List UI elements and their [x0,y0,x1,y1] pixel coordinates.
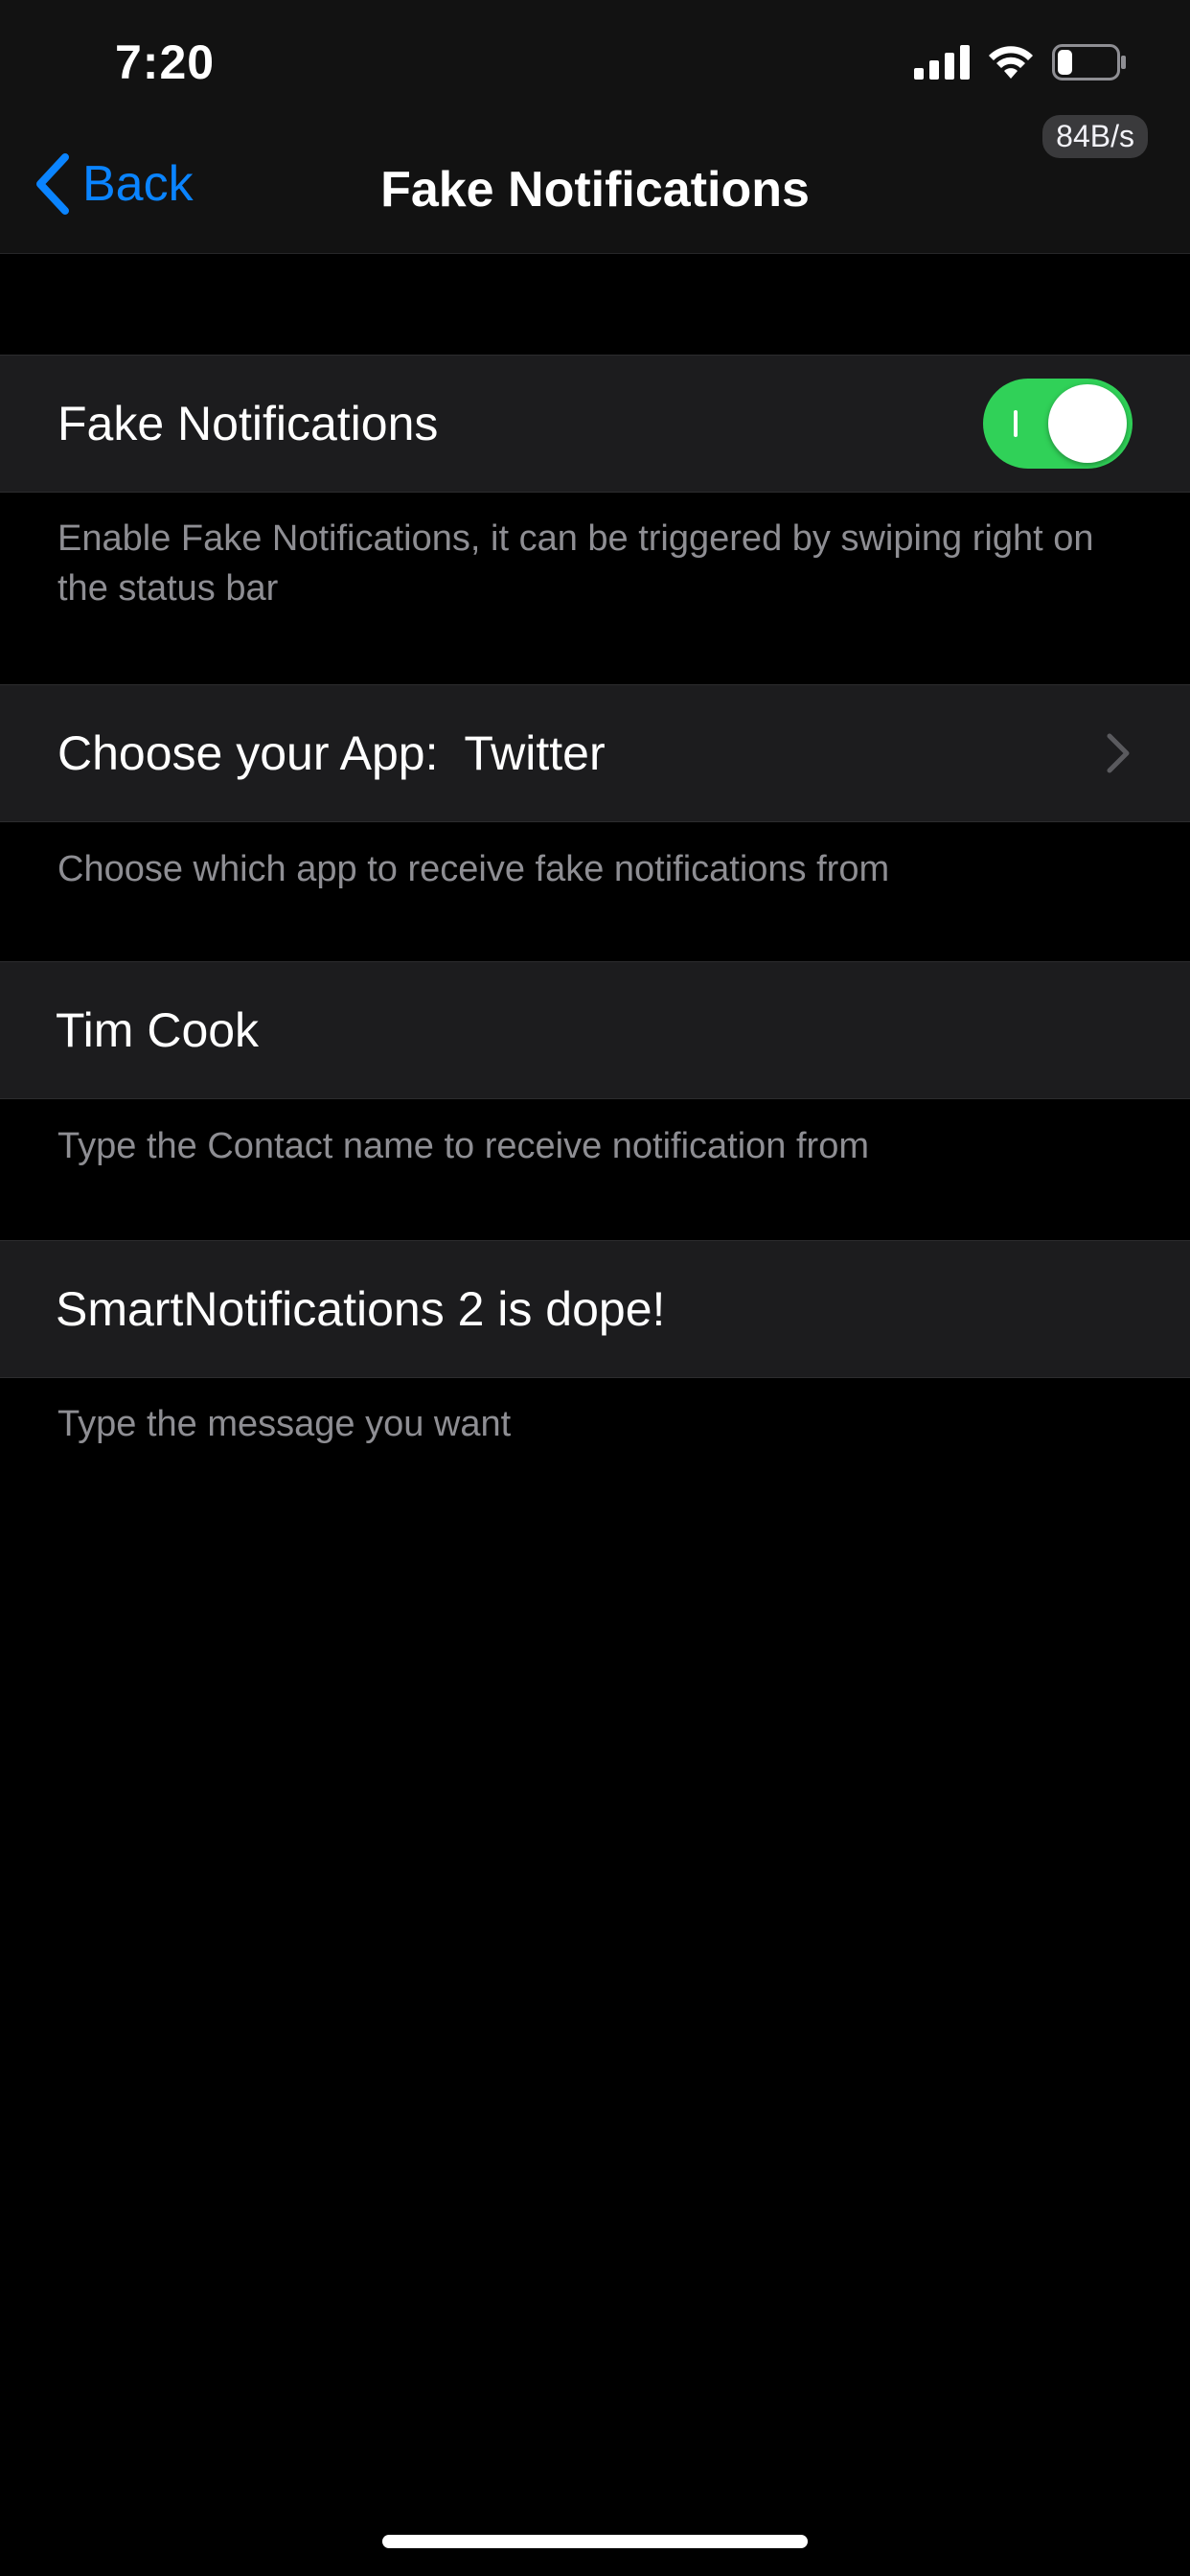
toggle-on-indicator [1014,410,1018,437]
contact-name-input[interactable]: Tim Cook [56,1002,259,1058]
network-speed-badge: 84B/s [1042,115,1148,158]
message-input[interactable]: SmartNotifications 2 is dope! [56,1281,665,1337]
status-time: 7:20 [115,35,216,89]
choose-app-row[interactable]: Choose your App: Twitter [0,684,1190,822]
navigation-bar: 7:20 84B/s Back Fake Notifications [0,0,1190,254]
toggle-knob [1048,384,1127,463]
page-title: Fake Notifications [380,162,810,218]
fake-notifications-label: Fake Notifications [57,397,439,450]
battery-icon [1052,44,1126,80]
home-indicator[interactable] [382,2535,808,2548]
chevron-right-icon [1107,733,1130,773]
fake-notifications-toggle[interactable] [983,379,1133,469]
fake-notifications-row: Fake Notifications [0,355,1190,493]
contact-name-row: Tim Cook [0,961,1190,1099]
wifi-icon [989,46,1033,79]
message-footer: Type the message you want [57,1404,512,1444]
choose-app-label: Choose your App: Twitter [57,726,606,780]
choose-app-footer: Choose which app to receive fake notific… [57,849,890,889]
contact-name-footer: Type the Contact name to receive notific… [57,1126,869,1166]
status-icons [914,44,1127,80]
fake-notifications-footer: Enable Fake Notifications, it can be tri… [57,518,1094,609]
message-row: SmartNotifications 2 is dope! [0,1240,1190,1378]
cellular-signal-icon [914,45,970,80]
